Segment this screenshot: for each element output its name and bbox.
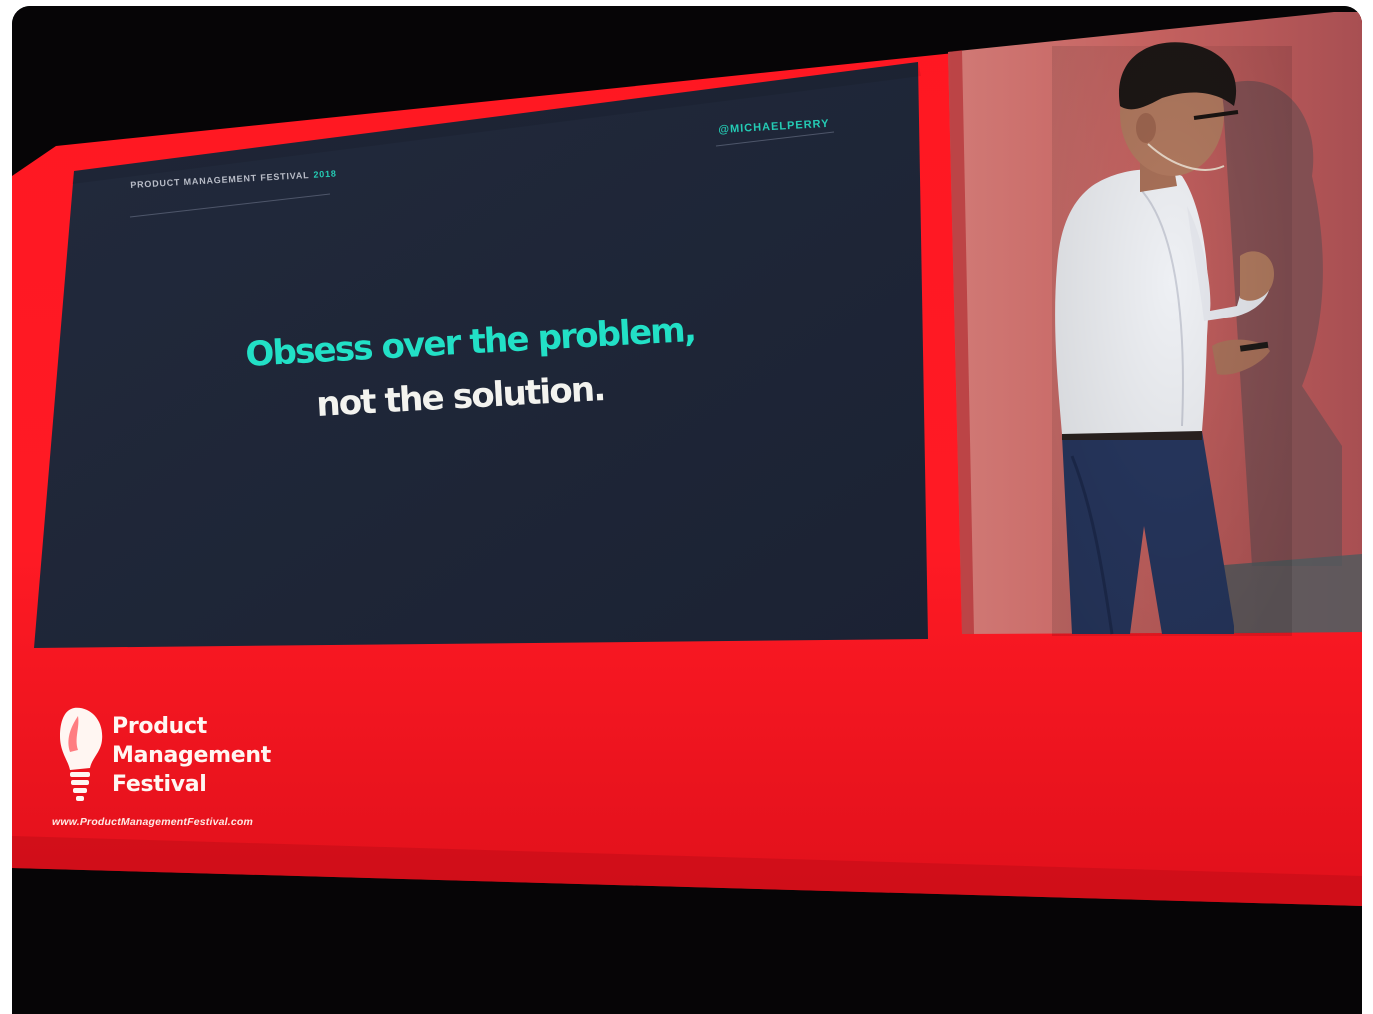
conference-photo: PRODUCT MANAGEMENT FESTIVAL 2018 @MICHAEL… [12, 6, 1362, 1014]
brand-line-1: Product [112, 714, 207, 739]
festival-logo-icon [60, 707, 103, 801]
festival-website: www.ProductManagementFestival.com [52, 816, 254, 828]
stage-scene [12, 6, 1362, 1014]
brand-line-3: Festival [112, 772, 207, 797]
speaker-figure [1052, 42, 1292, 636]
festival-brand-name: Product Management Festival [112, 712, 271, 799]
brand-line-2: Management [112, 743, 271, 768]
